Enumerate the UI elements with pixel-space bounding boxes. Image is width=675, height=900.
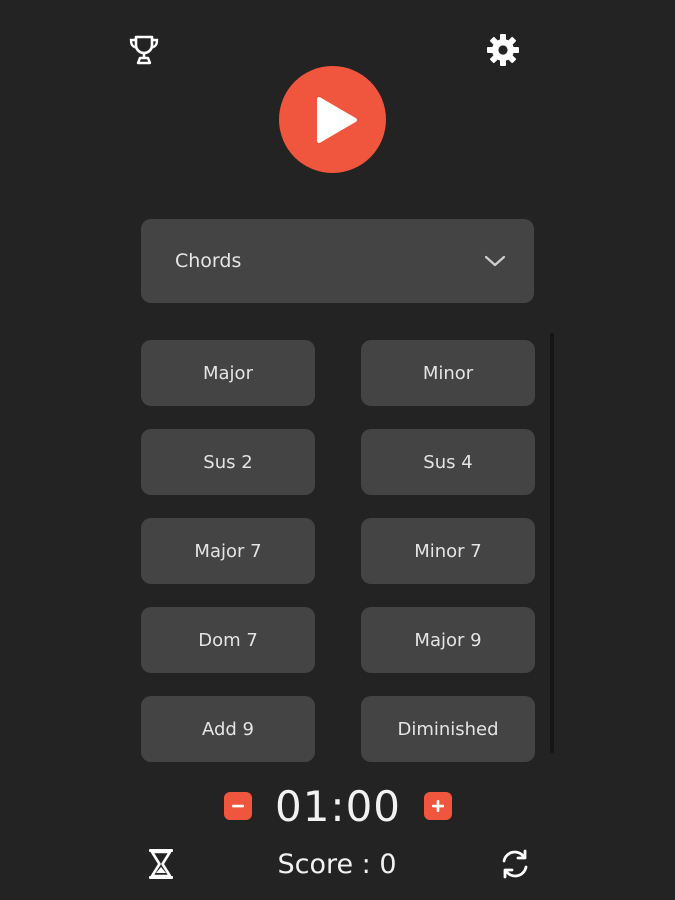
chord-button-major9[interactable]: Major 9 [361, 607, 535, 673]
hourglass-icon[interactable] [144, 846, 178, 882]
dropdown-selected-value: Chords [175, 250, 242, 272]
play-icon [316, 96, 357, 143]
scrollbar[interactable] [550, 333, 554, 753]
chord-button-diminished[interactable]: Diminished [361, 696, 535, 762]
timer-display: 01:00 [274, 781, 402, 831]
chord-button-sus4[interactable]: Sus 4 [361, 429, 535, 495]
chord-button-minor[interactable]: Minor [361, 340, 535, 406]
chord-button-major[interactable]: Major [141, 340, 315, 406]
chord-button-sus2[interactable]: Sus 2 [141, 429, 315, 495]
chord-trainer-screen: Chords Major Minor Sus 2 Sus 4 Major 7 M… [0, 0, 675, 900]
gear-icon[interactable] [483, 30, 523, 70]
plus-icon [432, 800, 444, 812]
minus-icon [232, 804, 244, 808]
chord-button-minor7[interactable]: Minor 7 [361, 518, 535, 584]
trophy-icon[interactable] [124, 30, 164, 70]
chord-button-dom7[interactable]: Dom 7 [141, 607, 315, 673]
chevron-down-icon [484, 255, 506, 267]
play-button[interactable] [279, 66, 386, 173]
chord-type-grid: Major Minor Sus 2 Sus 4 Major 7 Minor 7 … [141, 340, 535, 762]
score-label: Score : 0 [277, 848, 397, 880]
category-dropdown[interactable]: Chords [141, 219, 534, 303]
decrease-time-button[interactable] [224, 792, 252, 820]
footer-row: Score : 0 [0, 842, 675, 886]
increase-time-button[interactable] [424, 792, 452, 820]
chord-button-add9[interactable]: Add 9 [141, 696, 315, 762]
chord-button-major7[interactable]: Major 7 [141, 518, 315, 584]
timer-row: 01:00 [0, 778, 675, 834]
refresh-icon[interactable] [497, 846, 533, 882]
